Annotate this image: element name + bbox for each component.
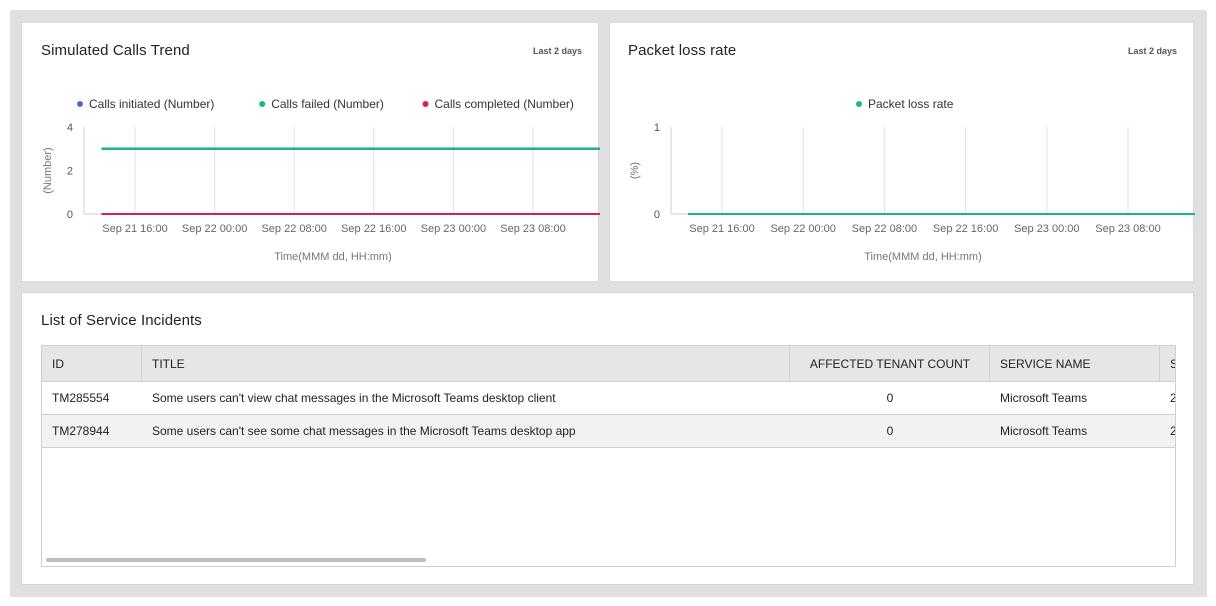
x-axis-title: Time(MMM dd, HH:mm) bbox=[864, 251, 982, 263]
x-tick-label: Sep 23 00:00 bbox=[421, 223, 486, 235]
legend-marker bbox=[77, 101, 83, 107]
x-tick-label: Sep 22 00:00 bbox=[182, 223, 247, 235]
y-axis-title: (%) bbox=[629, 162, 641, 179]
column-divider[interactable] bbox=[989, 346, 990, 382]
x-tick-label: Sep 21 16:00 bbox=[689, 223, 754, 235]
incidents-table[interactable]: ID TITLE AFFECTED TENANT COUNT SERVICE N… bbox=[41, 345, 1176, 567]
x-tick-label: Sep 22 00:00 bbox=[770, 223, 835, 235]
table-row[interactable]: TM285554 Some users can't view chat mess… bbox=[42, 382, 1175, 415]
y-tick-label: 0 bbox=[67, 209, 73, 221]
cell-id: TM278944 bbox=[52, 424, 110, 438]
x-tick-label: Sep 23 08:00 bbox=[1095, 223, 1160, 235]
legend-marker bbox=[259, 101, 266, 107]
table-header: ID TITLE AFFECTED TENANT COUNT SERVICE N… bbox=[42, 346, 1175, 382]
cell-id: TM285554 bbox=[52, 391, 110, 405]
cell-affected-tenant-count: 0 bbox=[886, 391, 894, 405]
packet-loss-chart: Sep 21 16:00 Sep 22 00:00 Sep 22 08:00 Sep … bbox=[629, 97, 1195, 263]
incidents-title: List of Service Incidents bbox=[41, 312, 202, 329]
table-row[interactable]: TM278944 Some users can't see some chat … bbox=[42, 415, 1175, 448]
cell-s: 2 bbox=[1170, 415, 1175, 447]
cell-affected-tenant-count: 0 bbox=[886, 424, 894, 438]
cell-s: 2 bbox=[1170, 382, 1175, 414]
x-tick-label: Sep 22 16:00 bbox=[341, 223, 406, 235]
packet-loss-panel: Packet loss rate Last 2 days Sep 21 16:0… bbox=[609, 22, 1195, 282]
x-tick-label: Sep 22 08:00 bbox=[852, 223, 917, 235]
x-tick-label: Sep 23 00:00 bbox=[1014, 223, 1079, 235]
legend-label: Calls completed (Number) bbox=[435, 97, 574, 111]
y-tick-label: 0 bbox=[654, 209, 660, 221]
column-header-affected-tenant-count[interactable]: AFFECTED TENANT COUNT bbox=[790, 348, 990, 380]
legend-label: Calls failed (Number) bbox=[271, 97, 384, 111]
legend-label: Calls initiated (Number) bbox=[89, 97, 214, 111]
legend-marker bbox=[422, 101, 429, 107]
x-tick-label: Sep 22 08:00 bbox=[261, 223, 326, 235]
x-tick-label: Sep 21 16:00 bbox=[102, 223, 167, 235]
cell-service-name: Microsoft Teams bbox=[1000, 424, 1088, 438]
column-header-id[interactable]: ID bbox=[52, 348, 64, 380]
y-tick-label: 2 bbox=[67, 166, 73, 178]
column-divider[interactable] bbox=[141, 346, 142, 382]
cell-title: Some users can't view chat messages in t… bbox=[152, 391, 556, 405]
column-header-s[interactable]: S bbox=[1170, 348, 1175, 380]
x-tick-label: Sep 23 08:00 bbox=[500, 223, 565, 235]
legend-marker bbox=[856, 101, 862, 107]
x-tick-label: Sep 22 16:00 bbox=[933, 223, 998, 235]
incidents-panel: List of Service Incidents ID TITLE AFFEC… bbox=[21, 292, 1194, 585]
legend-label: Packet loss rate bbox=[868, 97, 954, 111]
y-tick-label: 4 bbox=[67, 122, 73, 134]
calls-trend-chart: Sep 21 16:00 Sep 22 00:00 Sep 22 08:00 Sep … bbox=[42, 97, 600, 263]
calls-trend-panel: Simulated Calls Trend Last 2 days Sep 21… bbox=[21, 22, 600, 282]
y-axis-title: (Number) bbox=[42, 147, 54, 193]
cell-title: Some users can't see some chat messages … bbox=[152, 424, 576, 438]
column-header-title[interactable]: TITLE bbox=[152, 348, 185, 380]
column-header-service-name[interactable]: SERVICE NAME bbox=[1000, 348, 1090, 380]
y-tick-label: 1 bbox=[654, 122, 660, 134]
cell-service-name: Microsoft Teams bbox=[1000, 391, 1088, 405]
column-divider[interactable] bbox=[1159, 346, 1160, 382]
x-axis-title: Time(MMM dd, HH:mm) bbox=[274, 251, 392, 263]
horizontal-scrollbar[interactable] bbox=[46, 558, 426, 562]
